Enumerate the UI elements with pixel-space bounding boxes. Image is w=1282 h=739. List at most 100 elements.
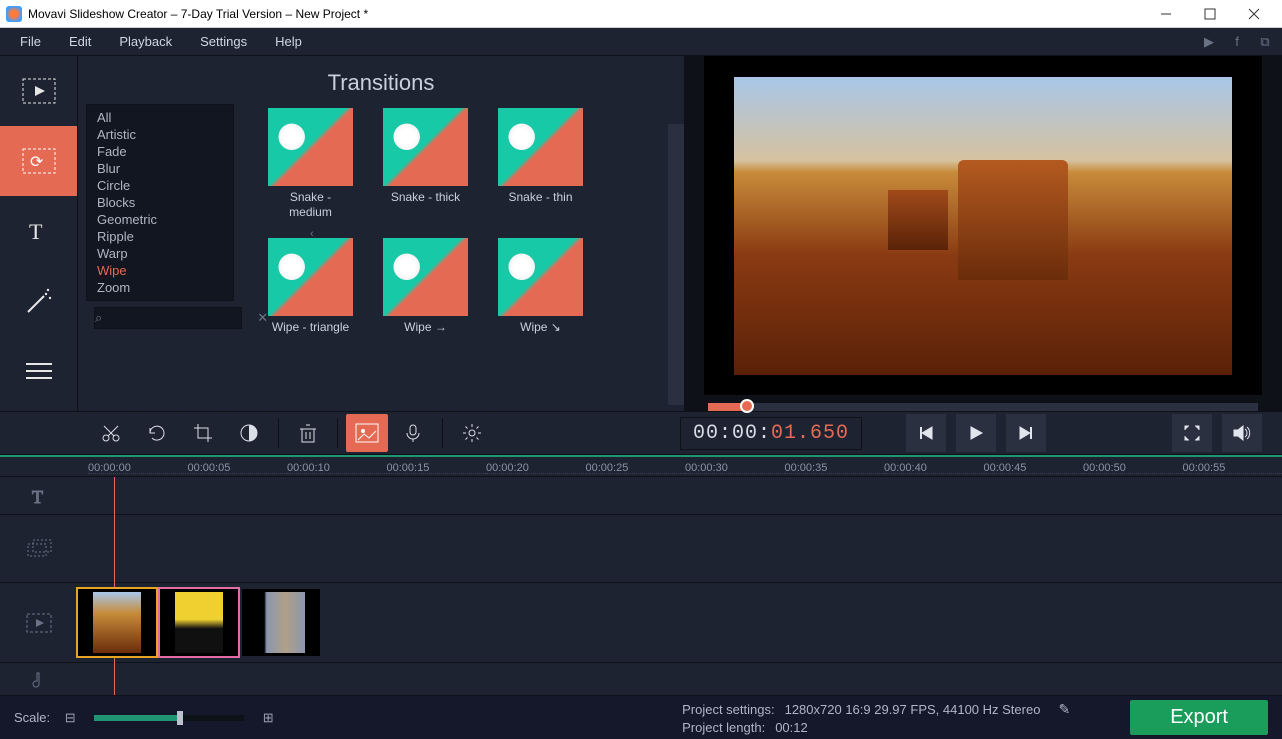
timeline-ruler[interactable]: 00:00:00 00:00:05 00:00:10 00:00:15 00:0… xyxy=(0,455,1282,477)
text-track[interactable]: T xyxy=(0,477,1282,515)
prev-frame-button[interactable] xyxy=(906,414,946,452)
youtube-icon[interactable]: ▶ xyxy=(1198,31,1220,53)
transition-label: Wipe - triangle xyxy=(268,320,353,335)
category-geometric[interactable]: Geometric xyxy=(87,211,233,228)
category-all[interactable]: All xyxy=(87,109,233,126)
browser-title: Transitions xyxy=(78,56,684,104)
ruler-tick: 00:00:50 xyxy=(1083,457,1183,476)
audio-track[interactable] xyxy=(0,663,1282,695)
transition-thumb xyxy=(268,238,353,316)
ruler-tick: 00:00:05 xyxy=(188,457,288,476)
video-clip[interactable] xyxy=(78,589,156,656)
menu-settings[interactable]: Settings xyxy=(186,30,261,53)
video-clip[interactable] xyxy=(242,589,320,656)
scale-slider[interactable] xyxy=(94,715,244,721)
menu-help[interactable]: Help xyxy=(261,30,316,53)
transition-item[interactable]: Wipe - triangle xyxy=(268,238,353,335)
svg-text:T: T xyxy=(29,219,43,244)
rail-media-button[interactable] xyxy=(0,56,77,126)
transition-thumb xyxy=(268,108,353,186)
window-titlebar: Movavi Slideshow Creator – 7-Day Trial V… xyxy=(0,0,1282,28)
collapse-categories-handle[interactable]: ‹ xyxy=(310,228,314,240)
category-wipe[interactable]: Wipe xyxy=(87,262,233,279)
browser-scrollbar[interactable] xyxy=(668,124,684,405)
transition-thumb xyxy=(498,238,583,316)
facebook-icon[interactable]: f xyxy=(1226,31,1248,53)
play-button[interactable] xyxy=(956,414,996,452)
video-track-head xyxy=(0,583,78,662)
window-title: Movavi Slideshow Creator – 7-Day Trial V… xyxy=(28,7,1144,21)
rotate-button[interactable] xyxy=(136,414,178,452)
preview-frame xyxy=(734,77,1232,375)
overlay-track[interactable] xyxy=(0,515,1282,583)
menu-playback[interactable]: Playback xyxy=(105,30,186,53)
cut-button[interactable] xyxy=(90,414,132,452)
transitions-browser: Transitions All Artistic Fade Blur Circl… xyxy=(78,56,684,411)
search-icon: ⌕ xyxy=(95,310,102,326)
ruler-tick: 00:00:10 xyxy=(287,457,387,476)
rail-more-button[interactable] xyxy=(0,336,77,406)
project-length-value: 00:12 xyxy=(775,720,808,735)
category-artistic[interactable]: Artistic xyxy=(87,126,233,143)
category-circle[interactable]: Circle xyxy=(87,177,233,194)
transition-label: Wipe ↘ xyxy=(498,320,583,335)
menu-edit[interactable]: Edit xyxy=(55,30,105,53)
timeline-tracks: T xyxy=(0,477,1282,695)
video-clip[interactable] xyxy=(160,589,238,656)
zoom-out-button[interactable]: ⊟ xyxy=(60,708,80,728)
volume-button[interactable] xyxy=(1222,414,1262,452)
app-logo-icon xyxy=(6,6,22,22)
category-blocks[interactable]: Blocks xyxy=(87,194,233,211)
ruler-tick: 00:00:00 xyxy=(88,457,188,476)
zoom-in-button[interactable]: ⊞ xyxy=(258,708,278,728)
rail-titles-button[interactable]: T xyxy=(0,196,77,266)
scale-label: Scale: xyxy=(14,710,50,725)
category-ripple[interactable]: Ripple xyxy=(87,228,233,245)
category-fade[interactable]: Fade xyxy=(87,143,233,160)
transition-item[interactable]: Wipe → xyxy=(383,238,468,335)
audio-track-head xyxy=(0,663,78,695)
color-adjust-button[interactable] xyxy=(228,414,270,452)
transition-item[interactable]: Wipe ↘ xyxy=(498,238,583,335)
timecode-prefix: 00:00: xyxy=(693,422,771,445)
transition-item[interactable]: Snake - medium xyxy=(268,108,353,220)
record-audio-button[interactable] xyxy=(392,414,434,452)
category-warp[interactable]: Warp xyxy=(87,245,233,262)
window-minimize-button[interactable] xyxy=(1144,0,1188,28)
toolbar: 00:00:01.650 xyxy=(0,411,1282,455)
search-input[interactable] xyxy=(102,311,257,325)
preview-scrubber[interactable] xyxy=(708,403,1258,411)
window-close-button[interactable] xyxy=(1232,0,1276,28)
edit-settings-button[interactable]: ✎ xyxy=(1058,701,1070,718)
left-rail: ⟳ T xyxy=(0,56,78,411)
settings-button[interactable] xyxy=(451,414,493,452)
category-search: ⌕ ✕ xyxy=(94,307,242,329)
transition-item[interactable]: Snake - thick xyxy=(383,108,468,220)
menu-file[interactable]: File xyxy=(6,30,55,53)
delete-button[interactable] xyxy=(287,414,329,452)
window-maximize-button[interactable] xyxy=(1188,0,1232,28)
transition-label: Snake - medium xyxy=(268,190,353,220)
main-menubar: File Edit Playback Settings Help ▶ f ⧉ xyxy=(0,28,1282,56)
ruler-tick: 00:00:45 xyxy=(984,457,1084,476)
next-frame-button[interactable] xyxy=(1006,414,1046,452)
ruler-tick: 00:00:40 xyxy=(884,457,984,476)
ruler-tick: 00:00:15 xyxy=(387,457,487,476)
category-blur[interactable]: Blur xyxy=(87,160,233,177)
transition-wizard-button[interactable] xyxy=(346,414,388,452)
category-zoom[interactable]: Zoom xyxy=(87,279,233,296)
scrubber-head-icon[interactable] xyxy=(740,399,754,413)
ruler-tick: 00:00:30 xyxy=(685,457,785,476)
rail-transitions-button[interactable]: ⟳ xyxy=(0,126,77,196)
video-track[interactable] xyxy=(0,583,1282,663)
transition-item[interactable]: Snake - thin xyxy=(498,108,583,220)
export-button[interactable]: Export xyxy=(1130,700,1268,735)
fullscreen-button[interactable] xyxy=(1172,414,1212,452)
project-settings-value: 1280x720 16:9 29.97 FPS, 44100 Hz Stereo xyxy=(785,702,1041,717)
text-track-head: T xyxy=(0,477,78,514)
share-icon[interactable]: ⧉ xyxy=(1254,31,1276,53)
crop-button[interactable] xyxy=(182,414,224,452)
transition-label: Snake - thick xyxy=(383,190,468,205)
ruler-tick: 00:00:55 xyxy=(1183,457,1282,476)
rail-effects-button[interactable] xyxy=(0,266,77,336)
